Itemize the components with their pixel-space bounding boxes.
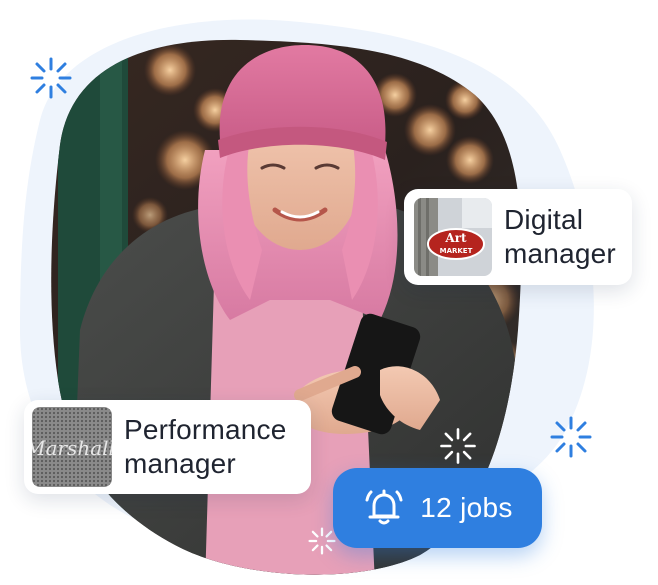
bell-icon [365,489,403,525]
sparkle-icon [308,527,336,555]
svg-text:MARKET: MARKET [440,247,473,255]
jobs-count-label: 12 jobs [420,492,513,523]
hero-illustration: Art MARKET Digital manager Marshall [0,0,658,585]
job-title: Digital manager [504,204,616,269]
sparkle-icon [550,416,592,458]
svg-text:Marshall: Marshall [32,436,112,460]
jobs-count-button[interactable]: 12 jobs [333,468,542,548]
job-card-performance-manager[interactable]: Marshall Performance manager [24,400,311,494]
sparkle-icon [440,428,476,464]
job-title: Performance manager [124,414,287,479]
marshall-thumbnail: Marshall [32,407,112,487]
job-card-digital-manager[interactable]: Art MARKET Digital manager [404,189,632,285]
sparkle-icon [30,57,72,99]
svg-text:Art: Art [444,231,467,245]
photo-image [51,39,522,575]
art-market-thumbnail: Art MARKET [414,198,492,276]
